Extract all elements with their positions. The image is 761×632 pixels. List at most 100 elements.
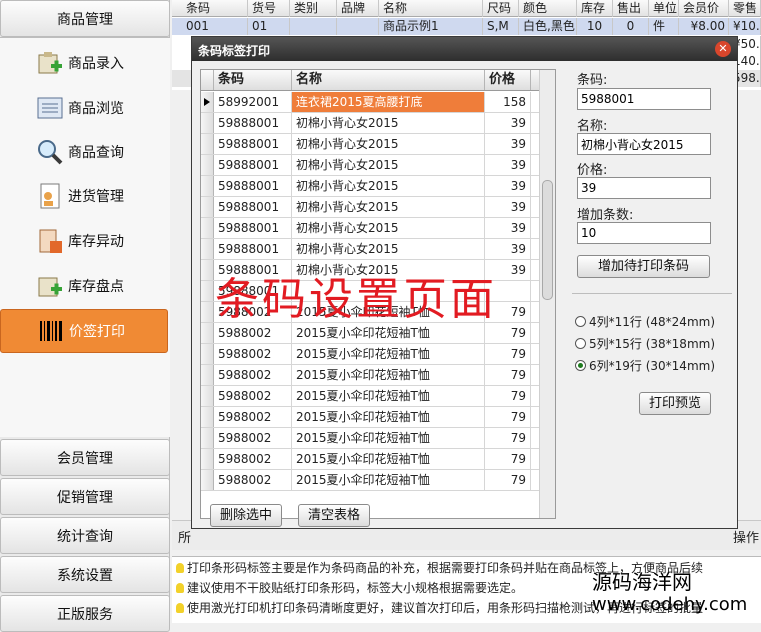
table-row[interactable]: 59888001 初棉小背心女2015 39 — [201, 239, 539, 260]
col-header[interactable]: 零售 — [729, 0, 761, 17]
group-statistics-query[interactable]: 统计查询 — [0, 517, 170, 554]
price-cell[interactable]: 39 — [485, 155, 531, 175]
table-row[interactable]: 58992001 连衣裙2015夏高腰打底 158 — [201, 92, 539, 113]
row-indicator[interactable] — [201, 197, 214, 217]
nav-product-search[interactable]: 商品查询 — [0, 130, 168, 174]
col-header[interactable]: 品牌 — [337, 0, 379, 17]
layout-radio-6x19[interactable]: 6列*19行 (30*14mm) — [575, 357, 715, 375]
name-cell[interactable]: 初棉小背心女2015 — [292, 197, 485, 217]
radio-button[interactable] — [575, 360, 586, 371]
row-indicator[interactable] — [201, 365, 214, 385]
nav-product-entry[interactable]: 商品录入 — [0, 41, 168, 85]
row-indicator[interactable] — [201, 113, 214, 133]
delete-selected-button[interactable]: 删除选中 — [210, 504, 282, 527]
nav-stock-change[interactable]: 库存异动 — [0, 219, 168, 263]
row-indicator[interactable] — [201, 134, 214, 154]
table-row[interactable]: 59888001 初棉小背心女2015 39 — [201, 176, 539, 197]
row-indicator[interactable] — [201, 155, 214, 175]
code-cell[interactable]: 59888001 — [214, 239, 292, 259]
layout-radio-4x11[interactable]: 4列*11行 (48*24mm) — [575, 313, 715, 331]
row-indicator[interactable] — [201, 260, 214, 280]
table-row[interactable]: 5988002 2015夏小伞印花短袖T恤 79 — [201, 470, 539, 491]
table-row[interactable]: 5988002 2015夏小伞印花短袖T恤 79 — [201, 344, 539, 365]
row-indicator[interactable] — [201, 449, 214, 469]
row-indicator[interactable] — [201, 218, 214, 238]
table-row[interactable]: 5988002 2015夏小伞印花短袖T恤 79 — [201, 365, 539, 386]
table-row[interactable]: 5988002 2015夏小伞印花短袖T恤 79 — [201, 428, 539, 449]
price-cell[interactable]: 79 — [485, 386, 531, 406]
name-cell[interactable]: 初棉小背心女2015 — [292, 134, 485, 154]
count-input[interactable] — [577, 222, 711, 244]
col-header[interactable]: 类别 — [290, 0, 337, 17]
name-cell[interactable]: 初棉小背心女2015 — [292, 218, 485, 238]
nav-purchase-management[interactable]: 进货管理 — [0, 174, 168, 218]
code-cell[interactable]: 5988002 — [214, 407, 292, 427]
name-cell[interactable]: 2015夏小伞印花短袖T恤 — [292, 428, 485, 448]
clear-table-button[interactable]: 清空表格 — [298, 504, 370, 527]
col-header[interactable]: 库存 — [577, 0, 613, 17]
price-cell[interactable]: 39 — [485, 239, 531, 259]
row-indicator[interactable] — [201, 344, 214, 364]
col-header[interactable]: 货号 — [248, 0, 290, 17]
name-cell[interactable]: 连衣裙2015夏高腰打底 — [292, 92, 485, 112]
row-indicator[interactable] — [201, 407, 214, 427]
code-cell[interactable]: 59888001 — [214, 218, 292, 238]
price-cell[interactable]: 79 — [485, 470, 531, 490]
price-cell[interactable]: 79 — [485, 449, 531, 469]
table-row[interactable]: 59888001 初棉小背心女2015 39 — [201, 113, 539, 134]
name-cell[interactable]: 初棉小背心女2015 — [292, 155, 485, 175]
code-cell[interactable]: 5988002 — [214, 365, 292, 385]
group-product-management[interactable]: 商品管理 — [0, 0, 170, 37]
table-row[interactable]: 59888001 初棉小背心女2015 39 — [201, 197, 539, 218]
row-indicator[interactable] — [201, 428, 214, 448]
code-cell[interactable]: 59888001 — [214, 155, 292, 175]
code-cell[interactable]: 5988002 — [214, 386, 292, 406]
row-indicator[interactable] — [201, 386, 214, 406]
radio-button[interactable] — [575, 338, 586, 349]
scrollbar-thumb[interactable] — [542, 180, 553, 300]
table-row[interactable]: 5988002 2015夏小伞印花短袖T恤 79 — [201, 386, 539, 407]
layout-radio-5x15[interactable]: 5列*15行 (38*18mm) — [575, 335, 715, 353]
price-input[interactable] — [577, 177, 711, 199]
vertical-scrollbar[interactable] — [539, 70, 555, 518]
col-header-name[interactable]: 名称 — [292, 70, 485, 90]
table-row[interactable]: 59888001 初棉小背心女2015 39 — [201, 155, 539, 176]
row-indicator[interactable] — [201, 470, 214, 490]
price-cell[interactable]: 39 — [485, 218, 531, 238]
price-cell[interactable]: 39 — [485, 134, 531, 154]
name-cell[interactable]: 2015夏小伞印花短袖T恤 — [292, 344, 485, 364]
code-cell[interactable]: 58992001 — [214, 92, 292, 112]
table-row[interactable]: 59888001 初棉小背心女2015 39 — [201, 134, 539, 155]
price-cell[interactable]: 39 — [485, 176, 531, 196]
table-row[interactable]: 001 01 商品示例1 S,M 白色,黑色 10 0 件 ¥8.00 ¥10. — [172, 18, 761, 35]
price-cell[interactable]: 158 — [485, 92, 531, 112]
code-cell[interactable]: 5988002 — [214, 428, 292, 448]
close-icon[interactable]: ✕ — [715, 41, 731, 57]
dialog-titlebar[interactable]: 条码标签打印 ✕ — [192, 37, 737, 61]
code-cell[interactable]: 5988002 — [214, 449, 292, 469]
col-header[interactable]: 名称 — [379, 0, 483, 17]
price-cell[interactable]: 39 — [485, 197, 531, 217]
col-header[interactable]: 尺码 — [483, 0, 519, 17]
group-promotion-management[interactable]: 促销管理 — [0, 478, 170, 515]
name-cell[interactable]: 2015夏小伞印花短袖T恤 — [292, 407, 485, 427]
name-cell[interactable]: 初棉小背心女2015 — [292, 176, 485, 196]
row-indicator[interactable] — [201, 92, 214, 112]
row-indicator[interactable] — [201, 302, 214, 322]
col-header[interactable]: 单位 — [649, 0, 679, 17]
name-cell[interactable]: 2015夏小伞印花短袖T恤 — [292, 365, 485, 385]
code-cell[interactable]: 5988002 — [214, 344, 292, 364]
barcode-input[interactable] — [577, 88, 711, 110]
price-cell[interactable]: 79 — [485, 344, 531, 364]
price-cell[interactable]: 79 — [485, 407, 531, 427]
nav-stock-count[interactable]: 库存盘点 — [0, 264, 168, 308]
nav-product-browse[interactable]: 商品浏览 — [0, 86, 168, 130]
code-cell[interactable]: 59888001 — [214, 197, 292, 217]
code-cell[interactable]: 59888001 — [214, 176, 292, 196]
name-cell[interactable]: 2015夏小伞印花短袖T恤 — [292, 449, 485, 469]
price-cell[interactable]: 79 — [485, 365, 531, 385]
col-header[interactable]: 会员价 — [679, 0, 729, 17]
row-indicator[interactable] — [201, 281, 214, 301]
row-indicator[interactable] — [201, 323, 214, 343]
group-system-settings[interactable]: 系统设置 — [0, 556, 170, 593]
